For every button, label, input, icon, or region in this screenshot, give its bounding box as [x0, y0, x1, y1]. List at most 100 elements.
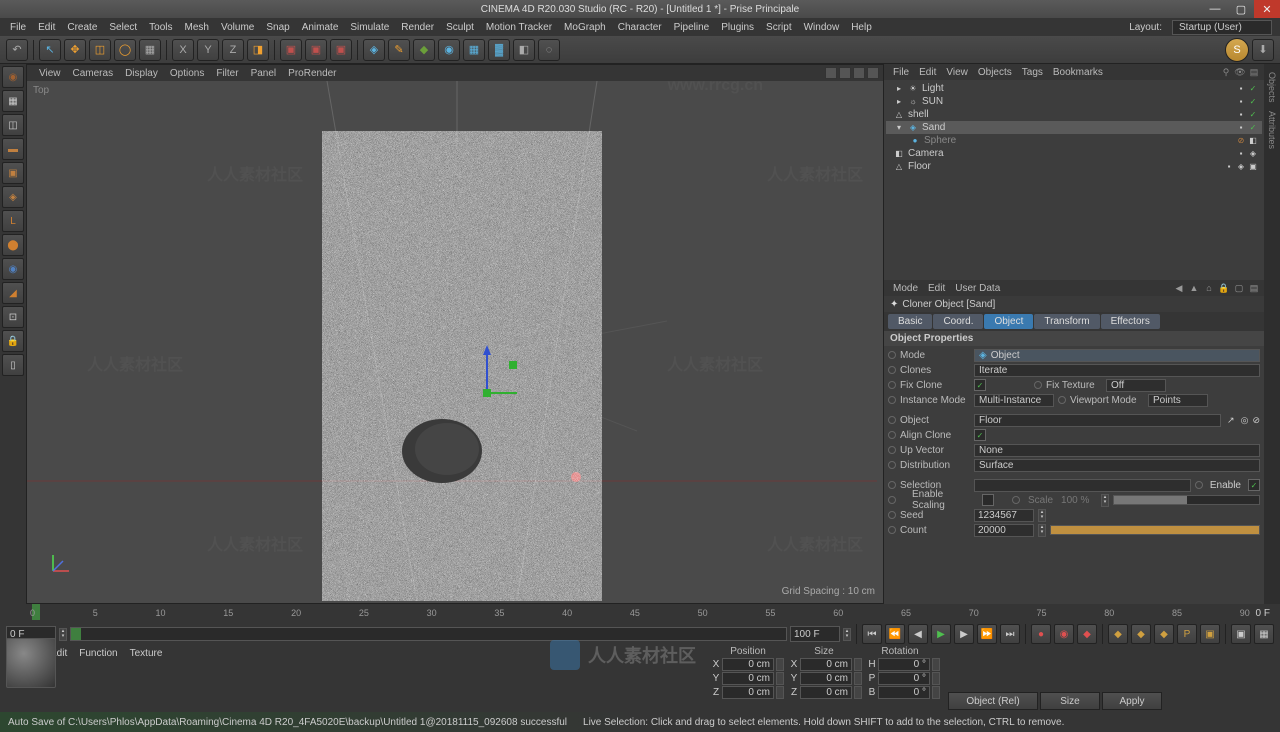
- menu-sculpt[interactable]: Sculpt: [440, 22, 480, 33]
- tab-effectors[interactable]: Effectors: [1101, 314, 1160, 329]
- visibility-toggle[interactable]: ✓: [1248, 123, 1258, 133]
- opm-objects[interactable]: Objects: [973, 67, 1017, 78]
- frame-end-field[interactable]: 100 F: [790, 626, 840, 642]
- y-axis-lock[interactable]: Y: [197, 39, 219, 61]
- nav-up-icon[interactable]: ▲: [1188, 282, 1200, 294]
- x-axis-lock[interactable]: X: [172, 39, 194, 61]
- prop-count-field[interactable]: 20000: [974, 524, 1034, 537]
- menu-motiontracker[interactable]: Motion Tracker: [480, 22, 558, 33]
- viewport-solo[interactable]: ▯: [2, 354, 24, 376]
- render-view[interactable]: ▣: [280, 39, 302, 61]
- keyframe-button[interactable]: ◆: [1077, 624, 1097, 644]
- visibility-toggle[interactable]: ✓: [1248, 110, 1258, 120]
- camera-tool[interactable]: ◧: [513, 39, 535, 61]
- spinner[interactable]: [776, 672, 784, 685]
- rot-p-field[interactable]: 0 °: [878, 672, 930, 685]
- menu-volume[interactable]: Volume: [215, 22, 260, 33]
- pos-key-button[interactable]: ◆: [1108, 624, 1128, 644]
- am-userdata[interactable]: User Data: [950, 283, 1005, 294]
- edge-mode[interactable]: ▬: [2, 138, 24, 160]
- size-mode-dropdown[interactable]: Size: [1040, 692, 1100, 710]
- opm-edit[interactable]: Edit: [914, 67, 941, 78]
- point-mode[interactable]: ⬤: [2, 234, 24, 256]
- menu-file[interactable]: File: [4, 22, 32, 33]
- next-key-button[interactable]: ⏩: [977, 624, 997, 644]
- recent-tool[interactable]: ▦: [139, 39, 161, 61]
- goto-end-button[interactable]: ⏭: [1000, 624, 1020, 644]
- menu-select[interactable]: Select: [103, 22, 143, 33]
- apply-button[interactable]: Apply: [1102, 692, 1162, 710]
- layout-dropdown[interactable]: Startup (User): [1172, 20, 1272, 35]
- scale-key-button[interactable]: ◆: [1131, 624, 1151, 644]
- side-tab-objects[interactable]: Objects: [1267, 72, 1277, 103]
- prop-fixtex-field[interactable]: Off: [1106, 379, 1166, 392]
- tab-transform[interactable]: Transform: [1034, 314, 1099, 329]
- panel-menu-icon[interactable]: ▤: [1248, 66, 1260, 78]
- prop-enable-check[interactable]: ✓: [1248, 479, 1260, 491]
- light-tool[interactable]: ◌: [538, 39, 560, 61]
- primitive-cube[interactable]: ◈: [363, 39, 385, 61]
- record-button[interactable]: ●: [1031, 624, 1051, 644]
- object-mode[interactable]: ◈: [2, 186, 24, 208]
- spinner[interactable]: [932, 686, 940, 699]
- vp-nav-icon[interactable]: [853, 67, 865, 79]
- vp-menu-prorender[interactable]: ProRender: [282, 68, 342, 79]
- object-tree[interactable]: ▸☀Light▪✓ ▸☼SUN▪✓ △shell▪✓ ▾◈Sand▪✓ ●Sph…: [884, 80, 1264, 280]
- prop-object-field[interactable]: Floor: [974, 414, 1221, 427]
- spinner[interactable]: ▴▾: [1101, 494, 1109, 507]
- prop-mode-field[interactable]: ◈Object: [974, 349, 1260, 362]
- vp-menu-display[interactable]: Display: [119, 68, 164, 79]
- menu-script[interactable]: Script: [760, 22, 798, 33]
- spinner[interactable]: ▴▾: [1038, 524, 1046, 537]
- tab-coord[interactable]: Coord.: [933, 314, 983, 329]
- pos-z-field[interactable]: 0 cm: [722, 686, 774, 699]
- layer-dot[interactable]: ▪: [1224, 162, 1234, 172]
- tab-basic[interactable]: Basic: [888, 314, 932, 329]
- expand-icon[interactable]: ▸: [894, 84, 904, 94]
- nav-new-icon[interactable]: ▢: [1233, 282, 1245, 294]
- menu-character[interactable]: Character: [612, 22, 668, 33]
- scale-tool[interactable]: ◫: [89, 39, 111, 61]
- spinner[interactable]: [776, 686, 784, 699]
- menu-simulate[interactable]: Simulate: [344, 22, 395, 33]
- tweak-mode[interactable]: ◢: [2, 282, 24, 304]
- prop-instmode-field[interactable]: Multi-Instance: [974, 394, 1054, 407]
- pla-key-button[interactable]: ▣: [1200, 624, 1220, 644]
- spinner[interactable]: ▴▾: [1038, 509, 1046, 522]
- close-button[interactable]: ✕: [1254, 0, 1280, 18]
- param-key-button[interactable]: P: [1177, 624, 1197, 644]
- target-icon[interactable]: ◎: [1241, 415, 1249, 426]
- menu-pipeline[interactable]: Pipeline: [668, 22, 716, 33]
- am-mode[interactable]: Mode: [888, 283, 923, 294]
- layer-dot[interactable]: ▪: [1236, 149, 1246, 159]
- nav-back-icon[interactable]: ◀: [1173, 282, 1185, 294]
- nav-home-icon[interactable]: ⌂: [1203, 282, 1215, 294]
- vp-nav-icon[interactable]: [825, 67, 837, 79]
- size-x-field[interactable]: 0 cm: [800, 658, 852, 671]
- play-button[interactable]: ▶: [931, 624, 951, 644]
- layer-dot[interactable]: ▪: [1236, 123, 1246, 133]
- rot-key-button[interactable]: ◆: [1154, 624, 1174, 644]
- scale-slider[interactable]: [1113, 495, 1260, 505]
- link-icon[interactable]: ↗: [1225, 415, 1237, 426]
- tag-icon[interactable]: ▣: [1248, 162, 1258, 172]
- spinner[interactable]: [932, 658, 940, 671]
- menu-edit[interactable]: Edit: [32, 22, 61, 33]
- lock-toggle[interactable]: 🔒: [2, 330, 24, 352]
- rot-b-field[interactable]: 0 °: [878, 686, 930, 699]
- deformer-tool[interactable]: ▦: [463, 39, 485, 61]
- axis-mode[interactable]: L: [2, 210, 24, 232]
- maximize-button[interactable]: ▢: [1228, 0, 1254, 18]
- prop-selection-field[interactable]: [974, 479, 1191, 492]
- vp-menu-view[interactable]: View: [33, 68, 67, 79]
- spinner[interactable]: ▴▾: [59, 628, 67, 641]
- side-tab-attributes[interactable]: Attributes: [1267, 111, 1277, 149]
- nav-lock-icon[interactable]: 🔒: [1218, 282, 1230, 294]
- prev-frame-button[interactable]: ◀: [908, 624, 928, 644]
- z-axis-lock[interactable]: Z: [222, 39, 244, 61]
- uv-mode[interactable]: ◉: [2, 258, 24, 280]
- snap-toggle[interactable]: ⊡: [2, 306, 24, 328]
- size-y-field[interactable]: 0 cm: [800, 672, 852, 685]
- menu-help[interactable]: Help: [845, 22, 878, 33]
- tab-object[interactable]: Object: [984, 314, 1033, 329]
